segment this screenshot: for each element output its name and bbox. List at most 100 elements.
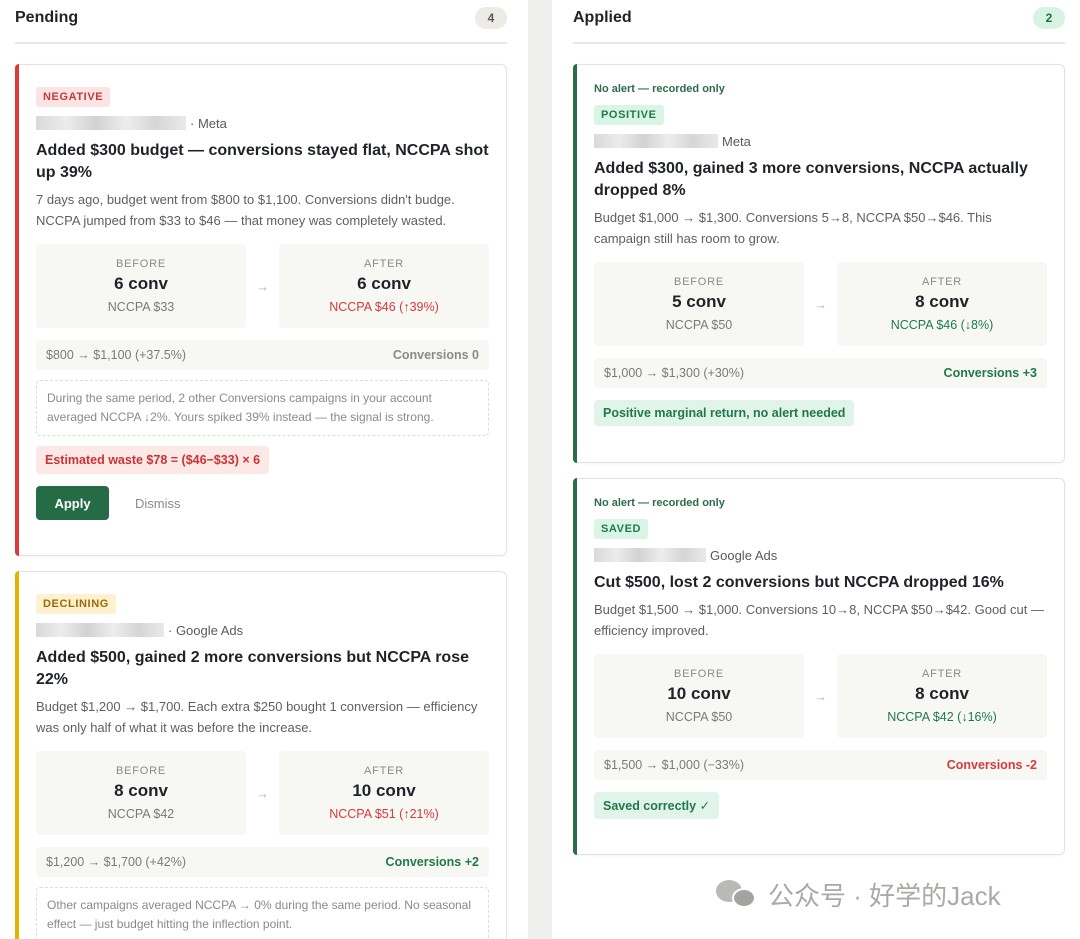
platform-label: · Google Ads xyxy=(168,622,244,638)
wechat-watermark: 公众号 · 好学的Jack xyxy=(716,876,1001,913)
conversions-change: Conversions 0 xyxy=(392,348,479,362)
after-value: 10 conv xyxy=(352,781,416,800)
budget-summary: $1,200 → $1,700 (+42%) Conversions +2 xyxy=(36,847,489,877)
before-after-comparison: BEFORE 8 conv NCCPA $42 → AFTER 10 conv … xyxy=(36,751,489,835)
after-value: 8 conv xyxy=(915,292,969,311)
pending-header: Pending 4 xyxy=(15,0,507,44)
before-label: BEFORE xyxy=(115,258,167,270)
after-box: AFTER 6 conv NCCPA $46 (↑39%) xyxy=(279,244,489,328)
result-chip: Positive marginal return, no alert neede… xyxy=(594,400,855,426)
estimated-waste-badge: Estimated waste $78 = ($46−$33) × 6 xyxy=(36,446,270,474)
platform-label: · Meta xyxy=(190,115,227,131)
applied-count-badge: 2 xyxy=(1033,7,1065,29)
redacted-campaign-name xyxy=(594,134,718,148)
after-box: AFTER 8 conv NCCPA $42 (↓16%) xyxy=(837,654,1047,738)
campaign-source: · Meta xyxy=(36,114,489,132)
before-box: BEFORE 5 conv NCCPA $50 xyxy=(594,262,804,346)
arrow-right-icon: → xyxy=(814,296,827,312)
before-label: BEFORE xyxy=(673,276,725,288)
budget-summary: $1,000 → $1,300 (+30%) Conversions +3 xyxy=(594,358,1047,388)
campaign-source: Meta xyxy=(594,132,1047,150)
suggestion-card-negative: NEGATIVE · Meta Added $300 budget — conv… xyxy=(15,64,507,556)
applied-column: Applied 2 No alert — recorded only POSIT… xyxy=(573,0,1065,939)
before-box: BEFORE 8 conv NCCPA $42 xyxy=(36,751,246,835)
suggestion-card-saved: No alert — recorded only SAVED Google Ad… xyxy=(573,478,1065,855)
after-label: AFTER xyxy=(363,765,405,777)
before-value: 10 conv xyxy=(667,684,731,703)
conversions-change: Conversions +3 xyxy=(943,366,1037,380)
before-nccpa: NCCPA $50 xyxy=(665,318,733,332)
before-value: 6 conv xyxy=(114,274,168,293)
card-title: Added $500, gained 2 more conversions bu… xyxy=(36,649,469,688)
pending-column: Pending 4 NEGATIVE · Meta Added $300 bud… xyxy=(15,0,507,939)
watermark-text: 公众号 · 好学的Jack xyxy=(768,881,1001,911)
before-nccpa: NCCPA $50 xyxy=(665,710,733,724)
context-note: Other campaigns averaged NCCPA → 0% duri… xyxy=(36,887,489,939)
wechat-icon xyxy=(716,878,758,912)
before-nccpa: NCCPA $42 xyxy=(107,807,175,821)
before-value: 8 conv xyxy=(114,781,168,800)
before-after-comparison: BEFORE 5 conv NCCPA $50 → AFTER 8 conv N… xyxy=(594,262,1047,346)
redacted-campaign-name xyxy=(594,548,706,562)
after-nccpa: NCCPA $51 (↑21%) xyxy=(329,807,439,821)
pending-title: Pending xyxy=(15,9,79,26)
result-chip: Saved correctly ✓ xyxy=(594,792,720,819)
status-badge: SAVED xyxy=(594,519,649,539)
platform-label: Google Ads xyxy=(710,547,778,563)
after-box: AFTER 8 conv NCCPA $46 (↓8%) xyxy=(837,262,1047,346)
card-title: Cut $500, lost 2 conversions but NCCPA d… xyxy=(594,574,1004,591)
before-after-comparison: BEFORE 6 conv NCCPA $33 → AFTER 6 conv N… xyxy=(36,244,489,328)
budget-change: $800 → $1,100 (+37.5%) xyxy=(46,348,187,362)
context-note: During the same period, 2 other Conversi… xyxy=(36,380,489,436)
budget-change: $1,200 → $1,700 (+42%) xyxy=(46,855,187,869)
conversions-change: Conversions -2 xyxy=(946,758,1037,772)
card-title: Added $300 budget — conversions stayed f… xyxy=(36,142,489,181)
after-label: AFTER xyxy=(921,668,963,680)
column-divider xyxy=(528,0,552,939)
after-box: AFTER 10 conv NCCPA $51 (↑21%) xyxy=(279,751,489,835)
before-label: BEFORE xyxy=(115,765,167,777)
redacted-campaign-name xyxy=(36,623,164,637)
before-label: BEFORE xyxy=(673,668,725,680)
pending-count-badge: 4 xyxy=(475,7,507,29)
budget-change: $1,500 → $1,000 (−33%) xyxy=(604,758,745,772)
redacted-campaign-name xyxy=(36,116,186,130)
after-nccpa: NCCPA $46 (↑39%) xyxy=(329,300,439,314)
suggestion-card-positive: No alert — recorded only POSITIVE Meta A… xyxy=(573,64,1065,463)
no-alert-label: No alert — recorded only xyxy=(594,83,725,95)
status-badge: POSITIVE xyxy=(594,105,664,125)
after-nccpa: NCCPA $46 (↓8%) xyxy=(890,318,994,332)
card-description: Budget $1,000 → $1,300. Conversions 5→8,… xyxy=(594,210,992,246)
apply-button[interactable]: Apply xyxy=(36,486,109,520)
status-badge: DECLINING xyxy=(36,594,116,614)
card-description: 7 days ago, budget went from $800 to $1,… xyxy=(36,192,455,228)
conversions-change: Conversions +2 xyxy=(385,855,479,869)
after-value: 8 conv xyxy=(915,684,969,703)
card-description: Budget $1,500 → $1,000. Conversions 10→8… xyxy=(594,602,1044,638)
suggestion-card-declining: DECLINING · Google Ads Added $500, gaine… xyxy=(15,571,507,939)
platform-label: Meta xyxy=(722,133,751,149)
after-label: AFTER xyxy=(363,258,405,270)
status-badge: NEGATIVE xyxy=(36,87,111,107)
budget-summary: $800 → $1,100 (+37.5%) Conversions 0 xyxy=(36,340,489,370)
before-nccpa: NCCPA $33 xyxy=(107,300,175,314)
arrow-right-icon: → xyxy=(256,278,269,294)
dismiss-button[interactable]: Dismiss xyxy=(135,496,181,511)
card-actions: Apply Dismiss xyxy=(36,486,489,520)
after-nccpa: NCCPA $42 (↓16%) xyxy=(887,710,997,724)
budget-change: $1,000 → $1,300 (+30%) xyxy=(604,366,745,380)
applied-header: Applied 2 xyxy=(573,0,1065,44)
campaign-source: · Google Ads xyxy=(36,621,489,639)
no-alert-label: No alert — recorded only xyxy=(594,497,725,509)
before-box: BEFORE 10 conv NCCPA $50 xyxy=(594,654,804,738)
after-label: AFTER xyxy=(921,276,963,288)
before-value: 5 conv xyxy=(672,292,726,311)
before-box: BEFORE 6 conv NCCPA $33 xyxy=(36,244,246,328)
arrow-right-icon: → xyxy=(256,785,269,801)
budget-summary: $1,500 → $1,000 (−33%) Conversions -2 xyxy=(594,750,1047,780)
before-after-comparison: BEFORE 10 conv NCCPA $50 → AFTER 8 conv … xyxy=(594,654,1047,738)
after-value: 6 conv xyxy=(357,274,411,293)
card-description: Budget $1,200 → $1,700. Each extra $250 … xyxy=(36,699,478,735)
campaign-source: Google Ads xyxy=(594,546,1047,564)
card-title: Added $300, gained 3 more conversions, N… xyxy=(594,160,1028,199)
